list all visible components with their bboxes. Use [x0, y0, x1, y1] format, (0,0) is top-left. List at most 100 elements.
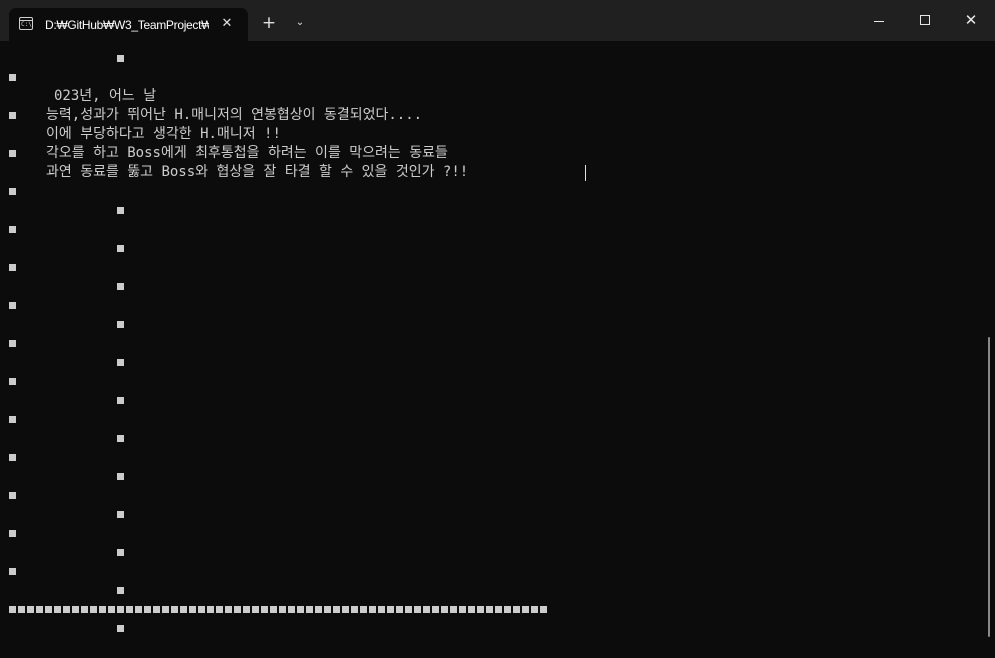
- map-block: [252, 606, 259, 613]
- map-block: [288, 606, 295, 613]
- map-block: [279, 606, 286, 613]
- close-tab-icon[interactable]: ✕: [219, 16, 235, 32]
- maximize-button[interactable]: [902, 0, 948, 41]
- map-block: [351, 606, 358, 613]
- map-block: [387, 606, 394, 613]
- map-block: [180, 606, 187, 613]
- map-block: [450, 606, 457, 613]
- vertical-scrollbar[interactable]: [987, 41, 995, 658]
- map-block: [198, 606, 205, 613]
- map-block: [117, 359, 124, 366]
- story-line-1: 023년, 어느 날: [54, 88, 157, 104]
- map-block: [117, 473, 124, 480]
- map-block: [522, 606, 529, 613]
- map-block: [117, 55, 124, 62]
- map-block: [243, 606, 250, 613]
- map-block: [270, 606, 277, 613]
- chevron-down-icon[interactable]: ⌄: [290, 12, 310, 34]
- map-block: [468, 606, 475, 613]
- map-block: [504, 606, 511, 613]
- map-block: [495, 606, 502, 613]
- console-output[interactable]: 023년, 어느 날 능력,성과가 뛰어난 H.매니저의 연봉협상이 동결되었다…: [0, 41, 987, 658]
- terminal-window: C:\ D:₩GitHub₩W3_TeamProject₩ ✕ + ⌄ ✕ 02…: [0, 0, 995, 658]
- new-tab-button[interactable]: +: [258, 12, 280, 34]
- map-block: [9, 530, 16, 537]
- terminal-tab[interactable]: C:\ D:₩GitHub₩W3_TeamProject₩ ✕: [9, 8, 248, 41]
- map-block: [189, 606, 196, 613]
- tab-title: D:₩GitHub₩W3_TeamProject₩: [45, 18, 209, 32]
- map-block: [306, 606, 313, 613]
- text-cursor: [585, 165, 586, 181]
- map-block: [99, 606, 106, 613]
- maximize-icon: [920, 15, 930, 25]
- terminal-icon: C:\: [19, 17, 33, 30]
- map-block: [9, 226, 16, 233]
- map-block: [432, 606, 439, 613]
- map-block: [297, 606, 304, 613]
- map-block: [9, 606, 16, 613]
- map-block: [135, 606, 142, 613]
- map-block: [396, 606, 403, 613]
- story-line-5: 과연 동료를 뚫고 Boss와 협상을 잘 타결 할 수 있을 것인가 ?!!: [46, 164, 469, 180]
- map-block: [315, 606, 322, 613]
- map-block: [540, 606, 547, 613]
- map-block: [117, 321, 124, 328]
- map-block: [9, 74, 16, 81]
- map-block: [9, 340, 16, 347]
- map-block: [117, 587, 124, 594]
- scrollbar-thumb[interactable]: [988, 337, 990, 637]
- map-block: [9, 378, 16, 385]
- map-block: [117, 606, 124, 613]
- map-block: [405, 606, 412, 613]
- map-block: [117, 435, 124, 442]
- map-block: [378, 606, 385, 613]
- terminal-icon-glyph: C:\: [21, 21, 32, 28]
- map-block: [9, 568, 16, 575]
- minimize-icon: [874, 21, 884, 22]
- map-block: [486, 606, 493, 613]
- close-window-button[interactable]: ✕: [948, 0, 994, 41]
- map-block: [9, 454, 16, 461]
- map-block: [9, 416, 16, 423]
- map-block: [234, 606, 241, 613]
- map-block: [9, 302, 16, 309]
- map-block: [459, 606, 466, 613]
- minimize-button[interactable]: [856, 0, 902, 41]
- map-block: [36, 606, 43, 613]
- map-block: [54, 606, 61, 613]
- story-line-2: 능력,성과가 뛰어난 H.매니저의 연봉협상이 동결되었다....: [46, 107, 423, 123]
- map-block: [9, 150, 16, 157]
- map-block: [117, 625, 124, 632]
- map-block: [225, 606, 232, 613]
- map-block: [477, 606, 484, 613]
- map-block: [108, 606, 115, 613]
- map-block: [531, 606, 538, 613]
- map-block: [333, 606, 340, 613]
- block-wall-row: [9, 606, 547, 613]
- map-block: [144, 606, 151, 613]
- title-bar[interactable]: C:\ D:₩GitHub₩W3_TeamProject₩ ✕ + ⌄ ✕: [0, 0, 995, 41]
- map-block: [27, 606, 34, 613]
- map-block: [9, 492, 16, 499]
- map-block: [117, 245, 124, 252]
- map-block: [9, 264, 16, 271]
- map-block: [414, 606, 421, 613]
- map-block: [369, 606, 376, 613]
- map-block: [9, 112, 16, 119]
- map-block: [216, 606, 223, 613]
- map-block: [513, 606, 520, 613]
- story-line-3: 이에 부당하다고 생각한 H.매니저 !!: [46, 126, 281, 142]
- map-block: [153, 606, 160, 613]
- map-block: [117, 283, 124, 290]
- map-block: [117, 397, 124, 404]
- map-block: [117, 511, 124, 518]
- map-block: [117, 549, 124, 556]
- map-block: [207, 606, 214, 613]
- map-block: [423, 606, 430, 613]
- map-block: [18, 606, 25, 613]
- map-block: [90, 606, 97, 613]
- map-block: [342, 606, 349, 613]
- map-block: [171, 606, 178, 613]
- map-block: [360, 606, 367, 613]
- map-block: [126, 606, 133, 613]
